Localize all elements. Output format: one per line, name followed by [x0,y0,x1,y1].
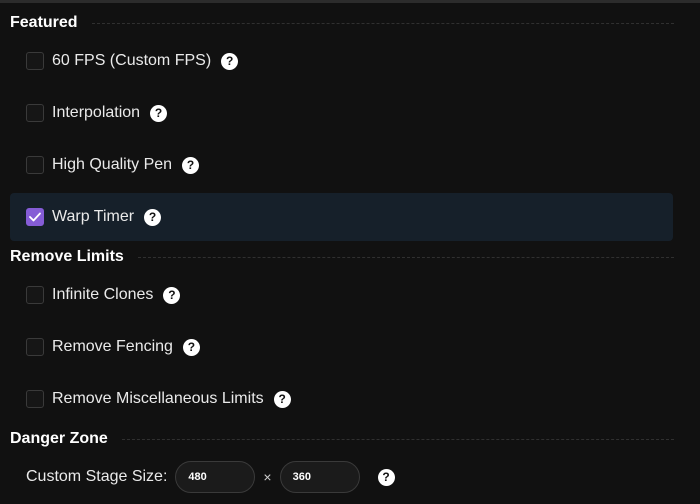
option-label: Remove Fencing [52,338,173,355]
section-header-featured: Featured [10,13,674,33]
help-icon[interactable]: ? [182,338,200,356]
advanced-settings-panel: Featured 60 FPS (Custom FPS) ? Interpola… [0,0,700,504]
help-icon[interactable]: ? [182,156,200,174]
checkbox[interactable] [26,338,44,356]
help-icon[interactable]: ? [163,286,181,304]
checkbox[interactable] [26,390,44,408]
section-title: Featured [10,14,78,31]
help-icon[interactable]: ? [144,208,162,226]
help-icon[interactable]: ? [377,468,395,486]
custom-stage-size-row: Custom Stage Size: × ? [26,461,395,493]
option-label: Warp Timer [52,208,135,225]
checkmark-icon [29,212,41,222]
option-high-quality-pen[interactable]: High Quality Pen ? [10,141,673,189]
option-label: Infinite Clones [52,286,154,303]
section-divider [121,438,674,440]
option-label: Interpolation [52,104,141,121]
option-warp-timer[interactable]: Warp Timer ? [10,193,673,241]
option-interpolation[interactable]: Interpolation ? [10,89,673,137]
option-60-fps[interactable]: 60 FPS (Custom FPS) ? [10,37,673,85]
stage-size-label: Custom Stage Size: [26,468,168,485]
option-remove-misc-limits[interactable]: Remove Miscellaneous Limits ? [10,375,673,423]
section-divider [91,22,674,24]
help-icon[interactable]: ? [221,52,239,70]
section-header-danger-zone: Danger Zone [10,429,674,449]
checkbox[interactable] [26,286,44,304]
checkbox[interactable] [26,104,44,122]
help-icon[interactable]: ? [150,104,168,122]
option-label: Remove Miscellaneous Limits [52,390,264,407]
times-separator: × [263,469,272,485]
option-remove-fencing[interactable]: Remove Fencing ? [10,323,673,371]
stage-width-input[interactable] [175,461,256,493]
section-title: Remove Limits [10,248,124,265]
checkbox-checked[interactable] [26,208,44,226]
section-divider [137,256,674,258]
section-header-remove-limits: Remove Limits [10,247,674,267]
option-label: 60 FPS (Custom FPS) [52,52,212,69]
section-title: Danger Zone [10,430,108,447]
option-infinite-clones[interactable]: Infinite Clones ? [10,271,673,319]
option-label: High Quality Pen [52,156,173,173]
checkbox[interactable] [26,156,44,174]
stage-height-input[interactable] [279,461,360,493]
help-icon[interactable]: ? [273,390,291,408]
checkbox[interactable] [26,52,44,70]
